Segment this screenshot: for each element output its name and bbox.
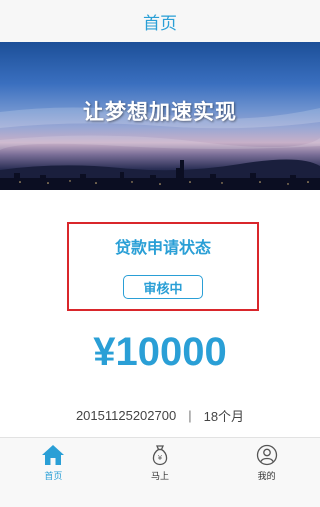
tab-loan-label: 马上 <box>151 472 170 482</box>
loan-status-badge[interactable]: 审核中 <box>123 275 203 299</box>
loan-amount: ¥10000 <box>93 330 227 374</box>
meta-separator: | <box>188 408 192 423</box>
tab-home-label: 首页 <box>44 472 63 482</box>
page-title: 首页 <box>143 13 177 34</box>
app-header: 首页 <box>0 0 320 42</box>
user-icon <box>256 444 278 470</box>
loan-status-card: 贷款申请状态 审核中 <box>67 222 259 311</box>
money-bag-icon: ¥ <box>149 444 171 470</box>
loan-term: 18个月 <box>203 409 245 424</box>
application-number: 20151125202700 <box>75 408 177 423</box>
tab-home[interactable]: 首页 <box>0 438 107 507</box>
loan-meta: 20151125202700 | 18个月 <box>0 406 320 425</box>
bottom-tab-bar: 首页 ¥ 马上 我的 <box>0 437 320 507</box>
tab-mine-label: 我的 <box>257 472 276 482</box>
svg-text:¥: ¥ <box>158 454 163 462</box>
loan-status-title: 贷款申请状态 <box>114 238 211 257</box>
home-icon <box>41 444 65 470</box>
banner-slogan: 让梦想加速实现 <box>83 100 237 124</box>
promo-banner[interactable]: 让梦想加速实现 <box>0 42 320 190</box>
tab-loan[interactable]: ¥ 马上 <box>107 438 214 507</box>
tab-mine[interactable]: 我的 <box>213 438 320 507</box>
